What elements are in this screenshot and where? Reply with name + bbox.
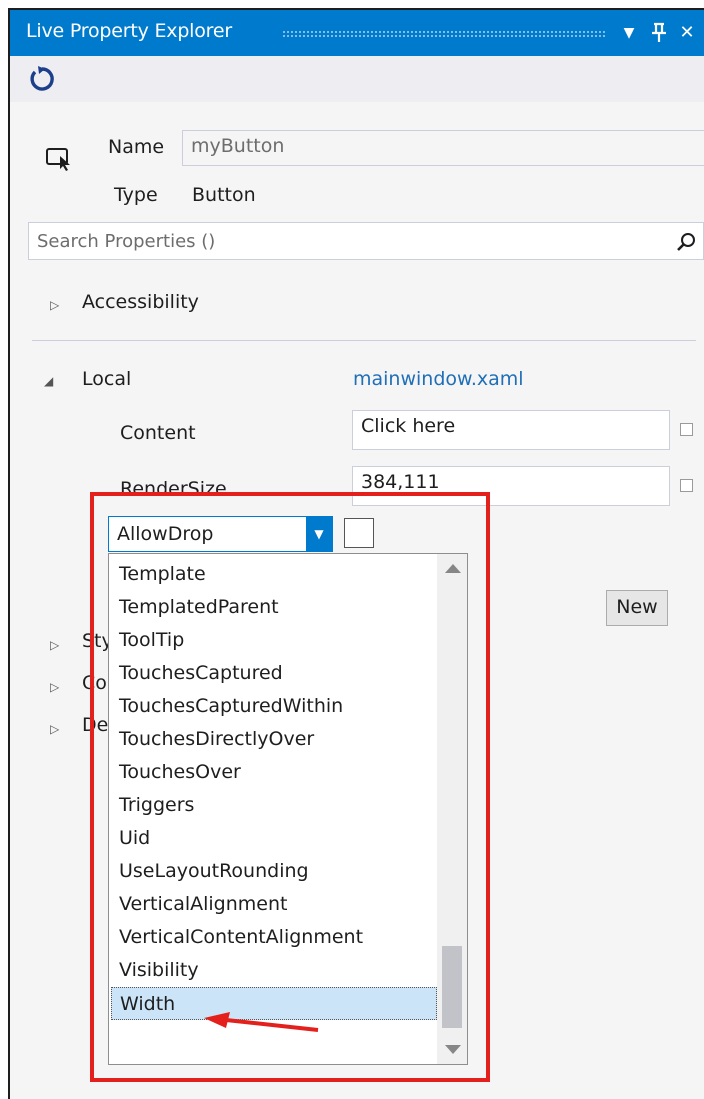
scroll-thumb[interactable]	[442, 946, 462, 1028]
list-item[interactable]: ToolTip	[111, 624, 437, 657]
accessibility-expand-icon[interactable]: ▷	[50, 298, 59, 312]
pin-icon[interactable]	[646, 20, 672, 46]
property-checkbox[interactable]	[680, 423, 693, 436]
local-collapse-icon[interactable]: ◢	[44, 374, 53, 388]
list-item[interactable]: UseLayoutRounding	[111, 855, 437, 888]
title-bar: Live Property Explorer ▼ ✕	[10, 10, 704, 56]
separator	[32, 340, 696, 341]
element-selector-icon	[46, 148, 70, 171]
dropdown-scrollbar[interactable]	[437, 554, 467, 1064]
name-field[interactable]: myButton	[182, 130, 704, 166]
scroll-down-icon[interactable]	[445, 1045, 461, 1054]
new-property-button[interactable]: New	[606, 590, 668, 626]
window-menu-dropdown-icon[interactable]: ▼	[616, 20, 642, 46]
refresh-icon[interactable]	[26, 62, 58, 94]
type-label: Type	[114, 184, 158, 206]
search-placeholder: Search Properties ()	[37, 231, 216, 252]
annotation-arrow-icon	[204, 1012, 319, 1032]
name-label: Name	[108, 136, 165, 158]
list-item[interactable]: TouchesDirectlyOver	[111, 723, 437, 756]
group-accessibility[interactable]: Accessibility	[82, 291, 199, 313]
list-item[interactable]: Visibility	[111, 954, 437, 987]
title-grip[interactable]	[282, 30, 606, 38]
list-item[interactable]: Triggers	[111, 789, 437, 822]
property-value-field[interactable]: 384,111	[352, 466, 670, 506]
window-title: Live Property Explorer	[26, 20, 232, 42]
new-property-checkbox[interactable]	[344, 518, 374, 548]
computed-expand-icon[interactable]: ▷	[50, 680, 59, 694]
property-value-field[interactable]: Click here	[352, 410, 670, 450]
default-expand-icon[interactable]: ▷	[50, 722, 59, 736]
property-name: Content	[120, 422, 196, 444]
toolbar	[10, 56, 704, 102]
list-item[interactable]: TouchesCaptured	[111, 657, 437, 690]
style-expand-icon[interactable]: ▷	[50, 638, 59, 652]
property-checkbox[interactable]	[680, 479, 693, 492]
property-picker-value: AllowDrop	[117, 523, 214, 545]
local-source-link[interactable]: mainwindow.xaml	[353, 368, 524, 390]
list-item[interactable]: Template	[111, 558, 437, 591]
list-item[interactable]: VerticalAlignment	[111, 888, 437, 921]
type-value: Button	[192, 184, 256, 206]
search-input[interactable]: Search Properties ()	[28, 222, 704, 260]
group-local[interactable]: Local	[82, 368, 131, 390]
property-picker-combobox[interactable]: AllowDrop ▼	[108, 516, 333, 552]
chevron-down-icon[interactable]: ▼	[306, 517, 332, 551]
property-name: RenderSize	[120, 478, 227, 500]
search-icon[interactable]	[675, 231, 697, 253]
list-item[interactable]: Uid	[111, 822, 437, 855]
scroll-up-icon[interactable]	[445, 564, 461, 573]
list-item[interactable]: VerticalContentAlignment	[111, 921, 437, 954]
close-icon[interactable]: ✕	[674, 20, 700, 46]
list-item[interactable]: TouchesOver	[111, 756, 437, 789]
list-item[interactable]: TemplatedParent	[111, 591, 437, 624]
property-dropdown-list[interactable]: Template TemplatedParent ToolTip Touches…	[108, 553, 468, 1065]
list-item[interactable]: TouchesCapturedWithin	[111, 690, 437, 723]
